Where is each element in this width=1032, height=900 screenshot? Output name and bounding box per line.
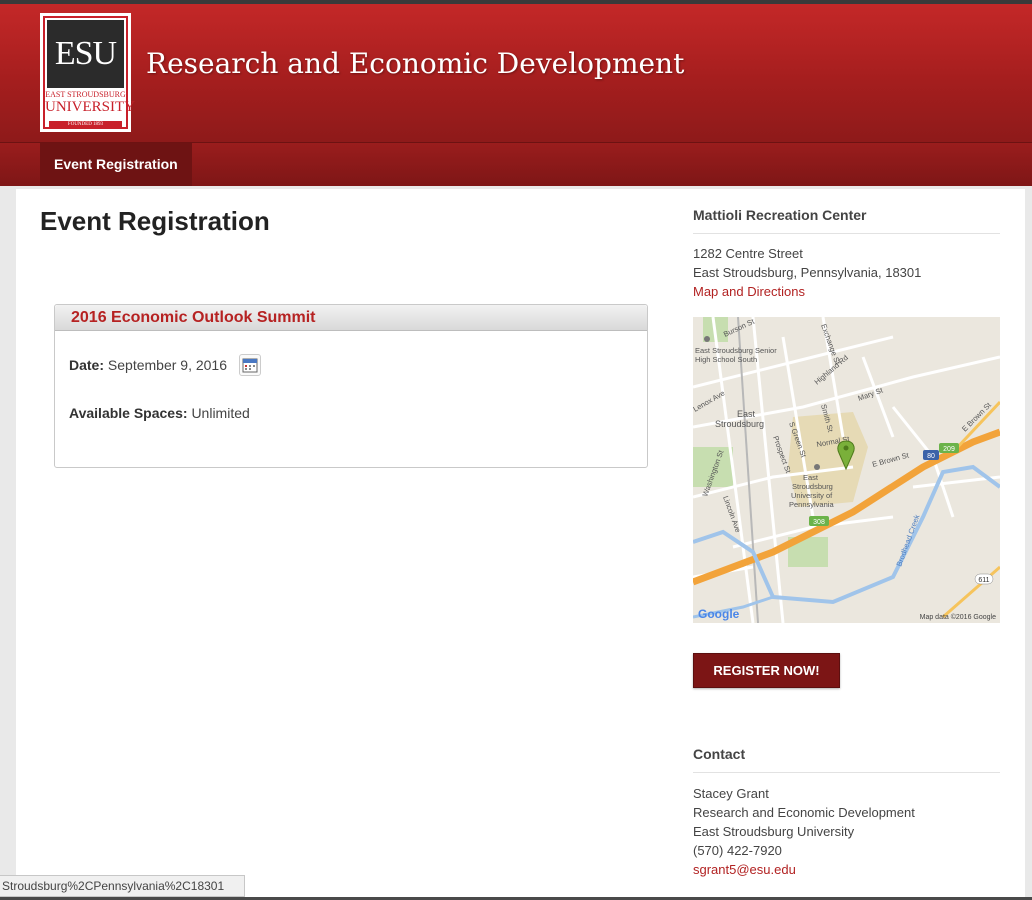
event-spaces-label: Available Spaces: (69, 405, 188, 421)
school-marker-icon (704, 336, 710, 342)
contact-heading: Contact (693, 746, 1000, 773)
map-label: University of (791, 491, 833, 500)
event-title: 2016 Economic Outlook Summit (55, 305, 647, 331)
map-label: East Stroudsburg Senior (695, 346, 777, 355)
map-label: Stroudsburg (792, 482, 833, 491)
contact-email-link[interactable]: sgrant5@esu.edu (693, 862, 796, 877)
event-date-value: September 9, 2016 (107, 357, 227, 373)
logo-mark: ESU (47, 20, 124, 88)
school-marker-icon (814, 464, 820, 470)
logo-line-1: EAST STROUDSBURG (45, 90, 126, 99)
esu-logo[interactable]: ESU EAST STROUDSBURG UNIVERSITY FOUNDED … (40, 13, 135, 132)
route-80-label: 80 (927, 453, 935, 460)
logo-frame: ESU EAST STROUDSBURG UNIVERSITY FOUNDED … (43, 16, 135, 129)
map-label: High School South (695, 355, 757, 364)
logo-mark-text: ESU (54, 35, 117, 72)
register-now-button[interactable]: REGISTER NOW! (693, 653, 840, 688)
map-label: Pennsylvania (789, 500, 834, 509)
route-209-label: 209 (943, 446, 955, 453)
event-spaces-value: Unlimited (191, 405, 250, 421)
page-title: Event Registration (40, 206, 270, 236)
map-attribution: Map data ©2016 Google (920, 613, 996, 621)
map-directions-link[interactable]: Map and Directions (693, 284, 805, 299)
route-308-label: 308 (813, 519, 825, 526)
location-map[interactable]: 80 209 308 611 Burson St Exchange St Hig… (693, 317, 1000, 623)
map-label: East (803, 473, 819, 482)
contact-name: Stacey Grant (693, 786, 769, 801)
add-to-calendar-icon[interactable] (239, 354, 261, 376)
content-area: Event Registration 2016 Economic Outlook… (16, 189, 1025, 900)
contact-phone: (570) 422-7920 (693, 843, 782, 858)
contact-organization: East Stroudsburg University (693, 824, 855, 839)
location-street: 1282 Centre Street (693, 246, 803, 261)
location-city: East Stroudsburg, Pennsylvania, 18301 (693, 265, 922, 280)
site-header: ESU EAST STROUDSBURG UNIVERSITY FOUNDED … (0, 4, 1032, 142)
nav-item-event-registration[interactable]: Event Registration (40, 143, 192, 186)
map-label: Stroudsburg (715, 419, 764, 429)
browser-status-bar: Stroudsburg%2CPennsylvania%2C18301 (0, 875, 245, 897)
map-label: East (737, 409, 756, 419)
event-panel: 2016 Economic Outlook Summit Date: Septe… (54, 304, 648, 468)
event-spaces-row: Available Spaces: Unlimited (69, 405, 250, 421)
event-date-label: Date: (69, 357, 105, 373)
contact-department: Research and Economic Development (693, 805, 915, 820)
site-title[interactable]: Research and Economic Development (146, 47, 684, 80)
location-heading: Mattioli Recreation Center (693, 207, 1000, 234)
logo-line-2: UNIVERSITY (45, 99, 135, 115)
logo-line-3: FOUNDED 1893 (49, 121, 122, 129)
route-611-label: 611 (978, 577, 989, 584)
google-logo: Google (698, 607, 740, 621)
main-nav: Event Registration (0, 142, 1032, 186)
event-date-row: Date: September 9, 2016 (69, 357, 227, 373)
